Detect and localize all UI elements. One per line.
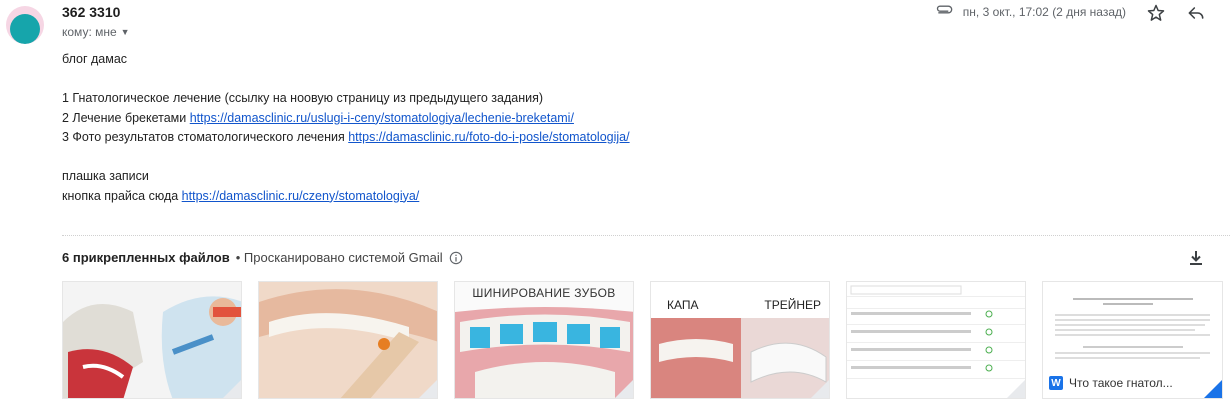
attachment-thumb-6[interactable]: W Что такое гнатол...: [1042, 281, 1223, 399]
body-line-empty: [62, 148, 630, 168]
attachment-image-word-doc: [1055, 298, 1210, 359]
page-fold: [223, 380, 241, 398]
attachment-thumb-3[interactable]: ШИНИРОВАНИЕ ЗУБОВ: [454, 281, 634, 399]
recipient-label: кому: мне: [62, 25, 117, 39]
body-line: 1 Гнатологическое лечение (ссылку на ноо…: [62, 91, 544, 105]
attachment-image-teeth-model: [259, 282, 437, 398]
sender-avatar[interactable]: [6, 6, 44, 44]
body-line: 3 Фото результатов стоматологического ле…: [62, 130, 630, 144]
body-line: плашка записи: [62, 169, 149, 183]
reply-button[interactable]: [1185, 2, 1207, 24]
body-line: блог дамас: [62, 52, 128, 66]
page-fold: [811, 380, 829, 398]
paperclip-icon: [936, 5, 953, 14]
scan-status: • Просканировано системой Gmail: [235, 250, 443, 265]
attachment-thumb-4[interactable]: КАПА ТРЕЙНЕР: [650, 281, 830, 399]
attachment-image-kapa: [651, 318, 829, 398]
page-fold: [1007, 380, 1025, 398]
page-fold: [615, 380, 633, 398]
details-dropdown-icon[interactable]: ▼: [121, 27, 130, 37]
word-icon: W: [1049, 376, 1063, 390]
attachment-file-name: Что такое гнатол...: [1069, 376, 1173, 390]
message-body: блог дамас 1 Гнатологическое лечение (сс…: [62, 50, 630, 206]
attachment-thumb-5[interactable]: [846, 281, 1026, 399]
link-photo-results[interactable]: https://damasclinic.ru/foto-do-i-posle/s…: [348, 130, 629, 144]
body-line: кнопка прайса сюда https://damasclinic.r…: [62, 188, 420, 203]
message-date: пн, 3 окт., 17:02 (2 дня назад): [962, 5, 1126, 19]
star-icon: [1147, 4, 1165, 21]
attachments-header: 6 прикрепленных файлов • Просканировано …: [62, 250, 463, 265]
sender-name[interactable]: 362 3310: [62, 4, 120, 20]
avatar-logo: [10, 14, 40, 44]
attachment-image-splint: [455, 307, 633, 398]
attachments-count: 6 прикрепленных файлов: [62, 250, 230, 265]
link-price[interactable]: https://damasclinic.ru/czeny/stomatologi…: [182, 189, 420, 203]
attachment-image-jaw: [63, 282, 241, 398]
body-line-empty: [62, 70, 630, 90]
message-meta: пн, 3 окт., 17:02 (2 дня назад): [935, 5, 1126, 19]
attachment-image-doc-list: [847, 285, 1025, 379]
body-line: 2 Лечение брекетами https://damasclinic.…: [62, 110, 574, 125]
page-fold: [1204, 380, 1222, 398]
recipient-line: кому: мне ▼: [62, 25, 130, 39]
download-icon[interactable]: [1186, 248, 1206, 268]
page-fold: [419, 380, 437, 398]
divider: [62, 235, 1230, 236]
attachment-file-label: W Что такое гнатол...: [1049, 372, 1216, 394]
reply-icon: [1188, 7, 1204, 19]
star-button[interactable]: [1145, 2, 1167, 24]
attachment-thumb-2[interactable]: [258, 281, 438, 399]
link-braces[interactable]: https://damasclinic.ru/uslugi-i-ceny/sto…: [190, 111, 574, 125]
info-icon[interactable]: [449, 251, 463, 265]
attachment-thumb-1[interactable]: [62, 281, 242, 399]
